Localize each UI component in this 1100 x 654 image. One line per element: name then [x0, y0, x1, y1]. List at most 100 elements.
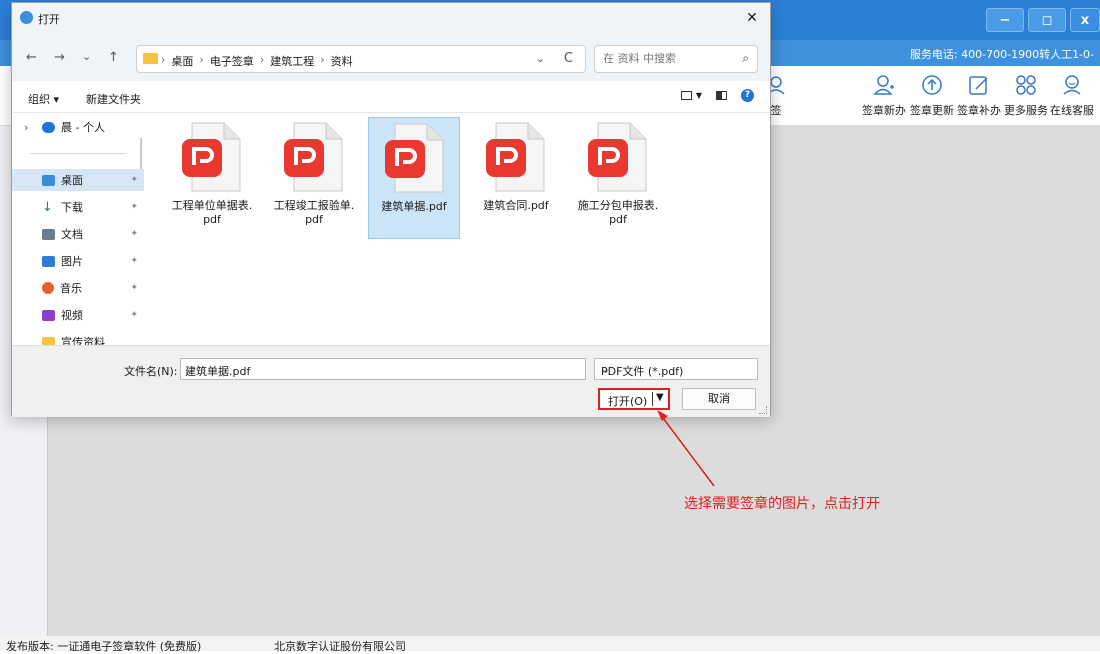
search-icon: ⌕ [742, 51, 749, 65]
breadcrumb-materials[interactable]: 资料 [331, 53, 353, 69]
pin-icon: ✦ [130, 229, 138, 239]
chevron-down-icon[interactable]: ⌄ [185, 363, 579, 376]
document-icon [42, 228, 55, 240]
refresh-button[interactable]: C [564, 51, 573, 66]
file-item[interactable]: 建筑合同.pdf [470, 117, 562, 239]
file-item-selected[interactable]: 建筑单据.pdf [368, 117, 460, 239]
sidebar-item-onedrive[interactable]: › 晨 - 个人 [12, 116, 144, 138]
preview-pane-icon[interactable] [716, 91, 727, 100]
open-file-dialog: 打开 ✕ ← → ⌄ ↑ › 桌面 › 电子签章 › 建筑工程 › 资料 ⌄ C… [11, 2, 771, 417]
breadcrumb-construction[interactable]: 建筑工程 [270, 53, 314, 69]
pin-icon: ✦ [130, 283, 138, 293]
pin-icon: ✦ [130, 310, 138, 320]
pdf-file-icon [486, 122, 545, 192]
forward-button[interactable]: → [54, 50, 65, 65]
cancel-button[interactable]: 取消 [682, 388, 756, 410]
view-icon [680, 91, 692, 100]
help-icon[interactable]: ? [741, 89, 754, 102]
open-button[interactable]: 打开(O) ▼ [598, 388, 670, 410]
divider [30, 153, 126, 154]
sidebar-item-label: 视频 [61, 309, 83, 322]
dialog-titlebar: 打开 ✕ [12, 3, 770, 33]
chevron-down-icon: ⌄ [601, 363, 611, 376]
app-close-button[interactable]: x [1070, 8, 1100, 32]
new-folder-button[interactable]: 新建文件夹 [86, 91, 141, 107]
folder-icon [42, 336, 55, 345]
address-bar[interactable]: › 桌面 › 电子签章 › 建筑工程 › 资料 ⌄ C [136, 45, 586, 73]
pin-icon: ✦ [130, 175, 138, 185]
chevron-down-icon: ▼ [695, 91, 702, 100]
sidebar-item-label: 下载 [61, 201, 83, 214]
pin-icon: ✦ [130, 256, 138, 266]
minimize-button[interactable]: − [986, 8, 1024, 32]
view-controls: ▼ ? [680, 89, 754, 102]
chevron-right-icon: › [259, 53, 265, 66]
breadcrumb-desktop[interactable]: 桌面 [171, 53, 193, 69]
file-name: 施工分包申报表. pdf [577, 199, 659, 226]
pdf-file-icon [385, 123, 444, 193]
folder-icon [143, 53, 158, 64]
sidebar-item-promo-materials[interactable]: 宣传资料 [12, 331, 144, 345]
chevron-right-icon: › [161, 53, 166, 66]
sidebar-item-desktop[interactable]: 桌面 ✦ [12, 169, 144, 191]
file-name: 工程单位单据表. pdf [171, 199, 253, 226]
app-statusbar: 发布版本: 一证通电子签章软件 (免费版) 北京数字认证股份有限公司 [0, 636, 1100, 653]
breadcrumb-esign[interactable]: 电子签章 [210, 53, 254, 69]
filename-field[interactable]: 建筑单据.pdf ⌄ [180, 358, 586, 380]
desktop-icon [42, 174, 55, 186]
caret-down-icon[interactable]: ▼ [656, 392, 664, 403]
pdf-file-icon [588, 122, 647, 192]
chevron-right-icon: › [24, 120, 29, 134]
back-button[interactable]: ← [26, 50, 37, 65]
file-item[interactable]: 工程单位单据表. pdf [166, 117, 258, 239]
video-icon [42, 309, 55, 321]
pdf-file-icon [284, 122, 343, 192]
chevron-down-icon[interactable]: ⌄ [536, 52, 545, 65]
sidebar-item-label: 图片 [61, 255, 83, 268]
sidebar-item-videos[interactable]: 视频 ✦ [12, 304, 144, 326]
file-name: 建筑单据.pdf [381, 200, 447, 213]
picture-icon [42, 255, 55, 267]
file-list: 工程单位单据表. pdf 工程竣工报验单. pdf 建筑单据.pdf 建筑合同.… [148, 113, 768, 345]
organize-menu[interactable]: 组织 ▾ [28, 91, 59, 107]
split-divider [652, 392, 653, 406]
tool-online-support[interactable]: 在线客服 [1044, 72, 1100, 118]
company-text: 北京数字认证股份有限公司 [274, 640, 406, 653]
support-icon [1044, 72, 1100, 98]
resize-grip-icon[interactable] [759, 406, 767, 414]
search-input[interactable] [603, 52, 723, 65]
sidebar-item-downloads[interactable]: ↓ 下载 ✦ [12, 196, 144, 218]
dialog-footer: 文件名(N): 建筑单据.pdf ⌄ PDF文件 (*.pdf) ⌄ 打开(O)… [12, 345, 770, 417]
restore-button[interactable]: ◻ [1028, 8, 1066, 32]
dialog-close-button[interactable]: ✕ [742, 8, 762, 28]
file-item[interactable]: 施工分包申报表. pdf [572, 117, 664, 239]
change-view-button[interactable]: ▼ [680, 91, 702, 100]
tool-label: 在线客服 [1050, 104, 1094, 117]
sidebar-item-label: 桌面 [61, 174, 83, 187]
chevron-right-icon: › [199, 53, 204, 66]
hotline-text: 服务电话: 400-700-1900转人工1-0- [909, 48, 1094, 61]
dialog-app-icon [20, 11, 33, 24]
pin-icon: ✦ [130, 202, 138, 212]
pdf-file-icon [182, 122, 241, 192]
sidebar-item-documents[interactable]: 文档 ✦ [12, 223, 144, 245]
sidebar-item-label: 宣传资料 [61, 336, 105, 345]
dialog-title: 打开 [38, 13, 60, 26]
filetype-select[interactable]: PDF文件 (*.pdf) ⌄ [594, 358, 758, 380]
navigation-pane: › 晨 - 个人 桌面 ✦ ↓ 下载 ✦ 文档 ✦ 图片 ✦ 音乐 ✦ 视频 ✦… [12, 113, 148, 345]
sidebar-item-pictures[interactable]: 图片 ✦ [12, 250, 144, 272]
up-button[interactable]: ↑ [108, 50, 119, 65]
address-row: ← → ⌄ ↑ › 桌面 › 电子签章 › 建筑工程 › 资料 ⌄ C ⌕ [12, 33, 770, 81]
sidebar-item-label: 晨 - 个人 [61, 121, 105, 134]
recent-locations-button[interactable]: ⌄ [82, 50, 91, 63]
search-box[interactable]: ⌕ [594, 45, 758, 73]
app-window-controls: − ◻ x [986, 8, 1100, 34]
sidebar-item-music[interactable]: 音乐 ✦ [12, 277, 144, 299]
file-item[interactable]: 工程竣工报验单. pdf [268, 117, 360, 239]
sidebar-item-label: 文档 [61, 228, 83, 241]
annotation-text: 选择需要签章的图片，点击打开 [684, 496, 880, 512]
cloud-icon [42, 121, 55, 133]
breadcrumb: › 桌面 › 电子签章 › 建筑工程 › 资料 [161, 53, 353, 69]
music-icon [42, 282, 54, 294]
open-button-label: 打开(O) [608, 395, 648, 408]
